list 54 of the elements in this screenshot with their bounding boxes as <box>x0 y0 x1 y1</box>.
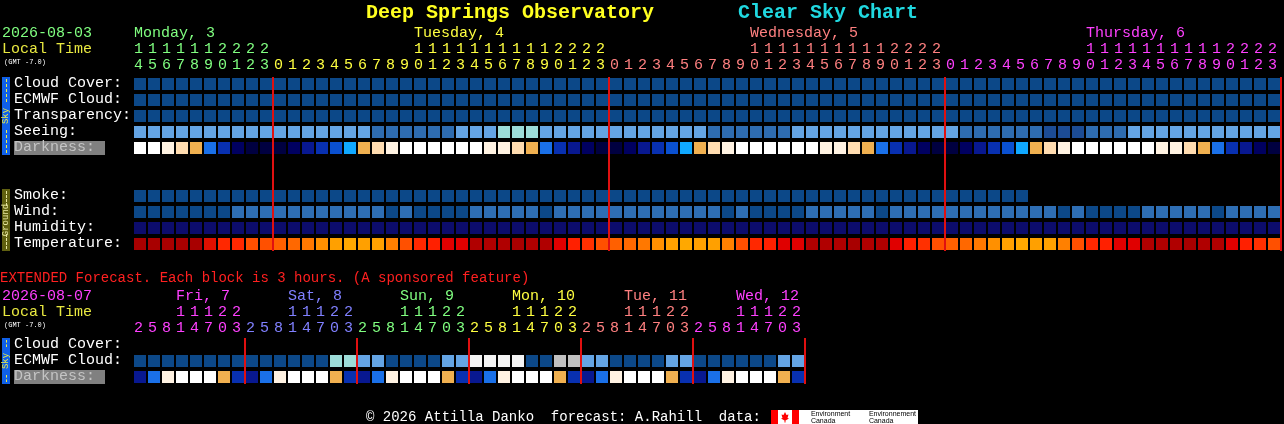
day-label: Wed, 12 <box>736 289 799 305</box>
hour-digits: 25814703 <box>134 321 246 337</box>
day-label: Mon, 10 <box>512 289 575 305</box>
row-label: Darkness: <box>14 141 105 155</box>
local-time-label: Local Time <box>1 305 93 321</box>
hour-digits: 25814703 <box>246 321 358 337</box>
hour-tens-digits: 11122 <box>288 305 358 321</box>
row-label: Darkness: <box>14 370 105 384</box>
day-label: Monday, 3 <box>134 26 215 42</box>
hour-tens-digits: 1111112222 <box>134 42 274 58</box>
maple-leaf-flag-icon <box>770 410 799 424</box>
hour-tens-digits: 11111111112222 <box>413 42 610 58</box>
forecast-date: 2026-08-07 <box>1 289 93 305</box>
hour-tens-digits: 11122 <box>512 305 582 321</box>
hour-tens-digits: 11111111112222 <box>749 42 946 58</box>
credits-text: © 2026 Attilla Danko forecast: A.Rahill data: <box>366 407 761 424</box>
hour-digits: 25814703 <box>470 321 582 337</box>
extended-heading: EXTENDED Forecast. Each block is 3 hours. (A sponsored feature) <box>0 268 530 288</box>
local-time-label: Local Time <box>1 42 93 58</box>
section-label: Sky <box>2 352 10 370</box>
day-label: Tuesday, 4 <box>413 26 504 42</box>
site-title: Deep Springs Observatory <box>365 0 654 26</box>
hour-tens-digits: 11122 <box>624 305 694 321</box>
hour-digits: 012345678901234567890123 <box>610 58 946 74</box>
day-label: Fri, 7 <box>176 289 230 305</box>
row-label: Temperature: <box>14 237 123 251</box>
hour-digits: 012345678901234567890123 <box>946 58 1282 74</box>
row-label: Smoke: <box>14 189 68 203</box>
row-label: Cloud Cover: <box>14 338 123 352</box>
day-label: Tue, 11 <box>624 289 687 305</box>
hour-tens-digits: 11122 <box>176 305 246 321</box>
row-label: Transparency: <box>14 109 132 123</box>
forecast-date: 2026-08-03 <box>1 26 93 42</box>
hour-digits: 25814703 <box>694 321 806 337</box>
day-label: Sun, 9 <box>400 289 454 305</box>
hour-tens-digits: 11122 <box>400 305 470 321</box>
hour-tens-digits: 11111111112222 <box>1085 42 1282 58</box>
row-label: ECMWF Cloud: <box>14 354 123 368</box>
day-label: Wednesday, 5 <box>749 26 858 42</box>
day-label: Thursday, 6 <box>1085 26 1185 42</box>
row-label: Wind: <box>14 205 59 219</box>
day-label: Sat, 8 <box>288 289 342 305</box>
row-label: Cloud Cover: <box>14 77 123 91</box>
hour-digits: 012345678901234567890123 <box>274 58 610 74</box>
chart-title: Clear Sky Chart <box>738 0 919 26</box>
hour-digits: 25814703 <box>358 321 470 337</box>
hour-tens-digits: 11122 <box>736 305 806 321</box>
section-label: Ground <box>2 203 10 237</box>
row-label: Seeing: <box>14 125 77 139</box>
row-label: Humidity: <box>14 221 95 235</box>
hour-digits: 4567890123 <box>134 58 274 74</box>
hour-digits: 25814703 <box>582 321 694 337</box>
row-label: ECMWF Cloud: <box>14 93 123 107</box>
section-label: Sky <box>2 107 10 125</box>
